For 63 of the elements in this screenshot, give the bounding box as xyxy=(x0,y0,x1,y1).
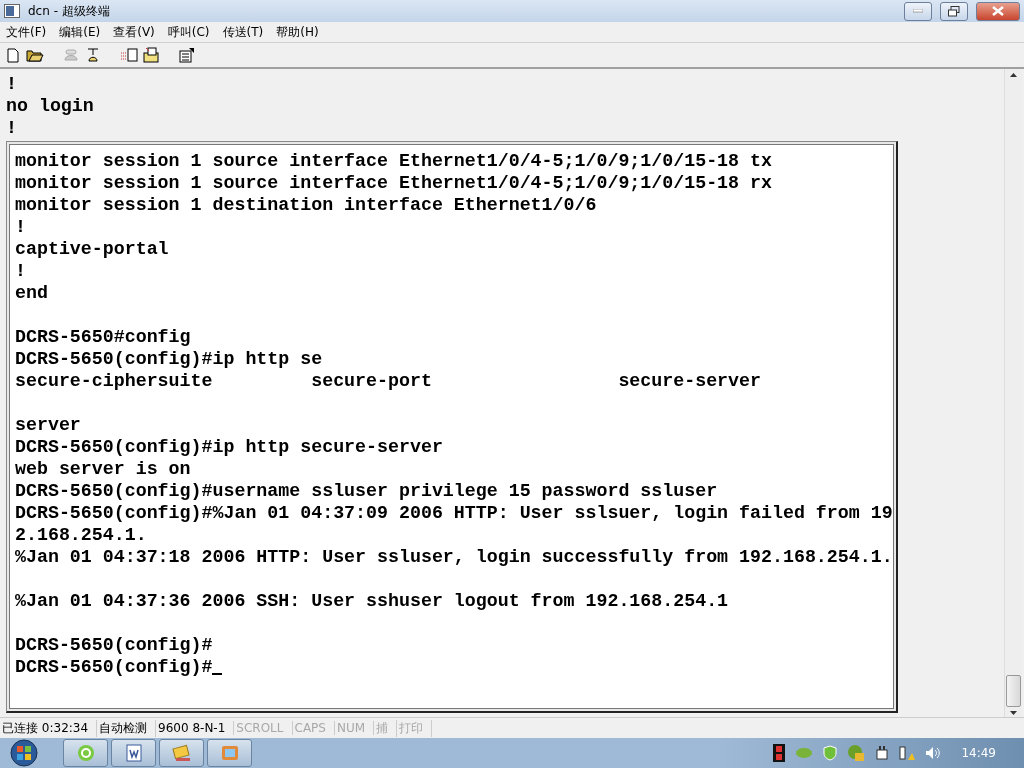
minimize-icon xyxy=(913,9,923,13)
terminal-line: monitor session 1 destination interface Ethernet1/0/6 xyxy=(15,194,598,216)
plug-icon[interactable] xyxy=(875,745,890,761)
app-icon xyxy=(4,4,20,18)
close-button[interactable] xyxy=(976,1,1020,21)
terminal-line: ! xyxy=(15,216,27,238)
terminal-line: ! xyxy=(6,73,18,95)
menu-item[interactable]: 文件(F) xyxy=(6,23,47,41)
status-text: 9600 8-N-1 xyxy=(156,721,235,735)
clock: 14:49 xyxy=(961,746,996,760)
terminal-line: web server is on xyxy=(15,458,192,480)
terminal-line: monitor session 1 source interface Ethernet1/0/4-5;1/0/9;1/0/15-18 rx xyxy=(15,172,773,194)
properties-icon[interactable] xyxy=(178,46,196,64)
menu-item[interactable]: 传送(T) xyxy=(222,23,264,41)
minimize-button[interactable] xyxy=(904,1,932,21)
terminal-line: monitor session 1 source interface Ethernet1/0/4-5;1/0/9;1/0/15-18 tx xyxy=(15,150,773,172)
terminal-line: 2.168.254.1. xyxy=(15,524,148,546)
status-dot-icon[interactable] xyxy=(795,747,814,759)
terminal-line: secure-ciphersuite secure-port secure-server xyxy=(15,370,762,392)
menu-item[interactable]: 查看(V) xyxy=(113,23,155,41)
window-title: dcn - 超级终端 xyxy=(28,2,111,20)
restore-button[interactable] xyxy=(940,1,968,21)
terminal-line: DCRS-5650(config)#ip http se xyxy=(15,348,324,370)
picture-frame-icon xyxy=(220,744,239,762)
status-text: 捕 xyxy=(374,719,398,737)
scroll-thumb[interactable] xyxy=(1006,675,1021,707)
terminal-line: DCRS-5650(config)#ip http secure-server xyxy=(15,436,444,458)
status-text: 已连接 0:32:34 xyxy=(0,719,98,737)
terminal-line: DCRS-5650(config)# xyxy=(15,634,214,656)
status-text: 打印 xyxy=(397,719,433,737)
status-text: SCROLL xyxy=(234,721,293,735)
film-icon[interactable] xyxy=(773,744,786,762)
terminal-line: captive-portal xyxy=(15,238,170,260)
new-icon[interactable] xyxy=(4,46,22,64)
taskbar-button[interactable] xyxy=(111,739,156,767)
terminal-line: DCRS-5650(config)#username ssluser privilege 15 password ssluser xyxy=(15,480,719,502)
terminal-line: no login xyxy=(6,95,95,117)
document-icon xyxy=(124,744,143,762)
status-text: NUM xyxy=(334,721,375,735)
browser-icon xyxy=(76,744,95,762)
menu-item[interactable]: 呼叫(C) xyxy=(167,23,210,41)
taskbar-button[interactable] xyxy=(159,739,204,767)
scroll-down-icon[interactable] xyxy=(1010,711,1017,715)
menu-item[interactable]: 帮助(H) xyxy=(276,23,319,41)
terminal-line: ! xyxy=(6,117,18,139)
terminal-line: %Jan 01 04:37:36 2006 SSH: User sshuser logout from 192.168.254.1 xyxy=(15,590,730,612)
volume-icon[interactable] xyxy=(925,746,942,760)
scroll-up-icon[interactable] xyxy=(1010,73,1017,77)
terminal-line: DCRS-5650#config xyxy=(15,326,192,348)
terminal-line: DCRS-5650(config)#%Jan 01 04:37:09 2006 HTTP: User sslsuer, login failed from 19 xyxy=(15,502,893,524)
taskbar-button[interactable] xyxy=(63,739,108,767)
terminal-line: %Jan 01 04:37:18 2006 HTTP: User ssluser, login successfully from 192.168.254.1. xyxy=(15,546,893,568)
terminal-line: DCRS-5650(config)# xyxy=(15,657,213,677)
menu-item[interactable]: 编辑(E) xyxy=(59,23,101,41)
vertical-scrollbar[interactable] xyxy=(1004,69,1022,717)
taskbar-button[interactable] xyxy=(207,739,252,767)
close-icon xyxy=(992,6,1004,16)
terminal-line: ! xyxy=(15,260,27,282)
restore-icon xyxy=(948,5,960,17)
terminal-line: server xyxy=(15,414,82,436)
status-text: CAPS xyxy=(292,721,335,735)
status-text: 自动检测 xyxy=(97,719,157,737)
terminal-line: end xyxy=(15,282,49,304)
